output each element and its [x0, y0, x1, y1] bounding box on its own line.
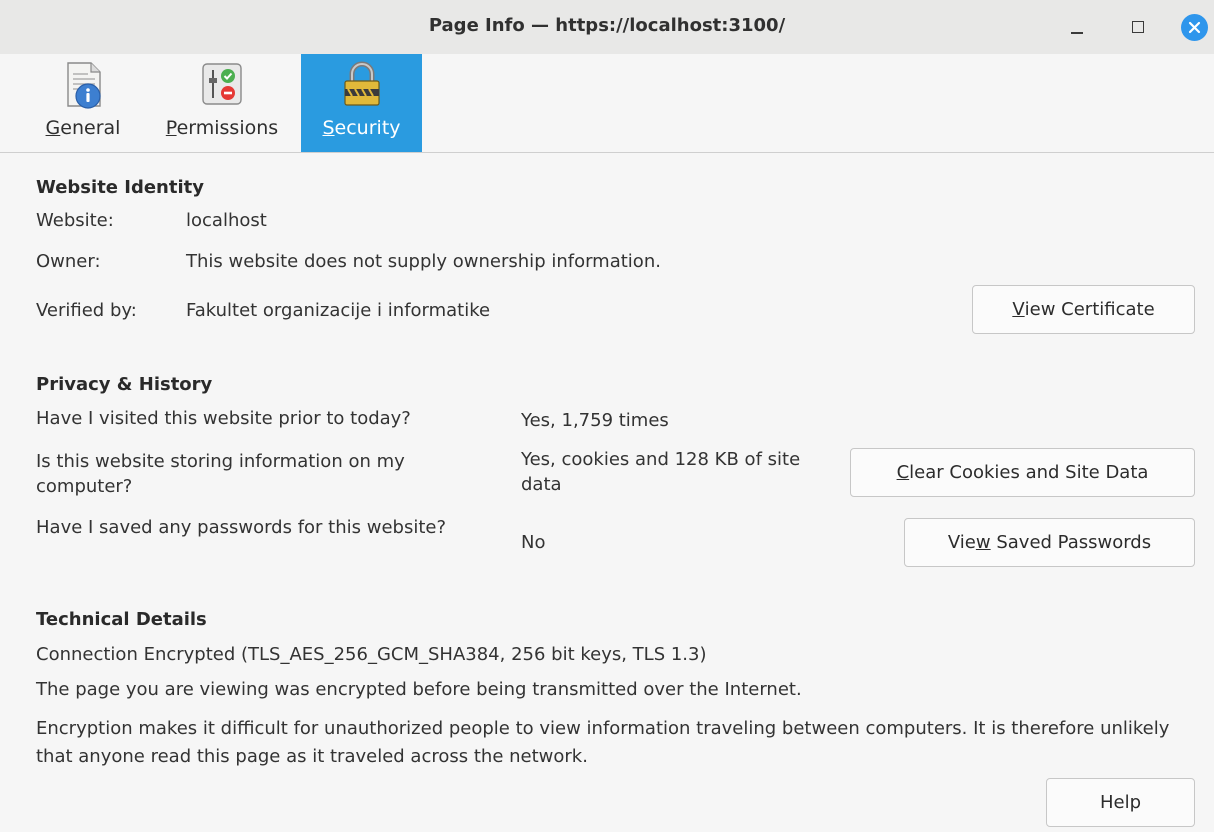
- passwords-question: Have I saved any passwords for this webs…: [36, 517, 447, 538]
- owner-value: This website does not supply ownership i…: [186, 251, 661, 272]
- tab-security-label: Security: [322, 117, 401, 139]
- minimize-icon: [1071, 32, 1083, 34]
- permissions-icon: [197, 60, 247, 110]
- tab-general[interactable]: General: [30, 54, 136, 152]
- visited-question: Have I visited this website prior to tod…: [36, 408, 411, 429]
- page-info-window: Page Info — https://localhost:3100/ Gene…: [0, 0, 1214, 832]
- page-info-icon: [58, 60, 108, 110]
- encrypted-transmission-text: The page you are viewing was encrypted b…: [36, 679, 802, 700]
- visited-answer: Yes, 1,759 times: [521, 410, 669, 431]
- title-bar[interactable]: Page Info — https://localhost:3100/: [0, 0, 1214, 54]
- view-saved-passwords-button[interactable]: Vie w Saved Passwords: [904, 518, 1195, 567]
- tab-general-label: General: [45, 117, 121, 139]
- tab-security[interactable]: Security: [301, 54, 422, 152]
- help-button[interactable]: Help: [1046, 778, 1195, 827]
- security-panel: Website Identity Website: localhost Owne…: [0, 153, 1214, 832]
- technical-heading: Technical Details: [36, 609, 207, 630]
- storing-answer: Yes, cookies and 128 KB of site data: [521, 449, 801, 495]
- owner-label: Owner:: [36, 251, 101, 272]
- privacy-heading: Privacy & History: [36, 374, 213, 395]
- website-value: localhost: [186, 210, 267, 231]
- storing-question: Is this website storing information on m…: [36, 451, 405, 497]
- tab-permissions-label: Permissions: [165, 117, 279, 139]
- close-icon: [1180, 13, 1208, 41]
- verified-by-value: Fakultet organizacije i informatike: [186, 300, 491, 321]
- passwords-answer: No: [521, 532, 546, 553]
- connection-encrypted-text: Connection Encrypted (TLS_AES_256_GCM_SH…: [36, 644, 707, 665]
- website-label: Website:: [36, 210, 114, 231]
- encryption-explanation-text: Encryption makes it difficult for unauth…: [36, 718, 1170, 767]
- close-button[interactable]: [1177, 10, 1211, 44]
- window-title: Page Info — https://localhost:3100/: [428, 15, 786, 36]
- maximize-icon: [1132, 21, 1144, 33]
- view-certificate-button[interactable]: View Certificate: [972, 285, 1195, 334]
- tab-permissions[interactable]: Permissions: [152, 54, 292, 152]
- identity-heading: Website Identity: [36, 177, 204, 198]
- verified-by-label: Verified by:: [36, 300, 137, 321]
- padlock-icon: [337, 60, 387, 110]
- tab-bar: General Permissions Security: [0, 54, 1214, 153]
- maximize-button[interactable]: [1121, 10, 1155, 44]
- clear-cookies-button[interactable]: Clear Cookies and Site Data: [850, 448, 1195, 497]
- minimize-button[interactable]: [1060, 10, 1094, 44]
